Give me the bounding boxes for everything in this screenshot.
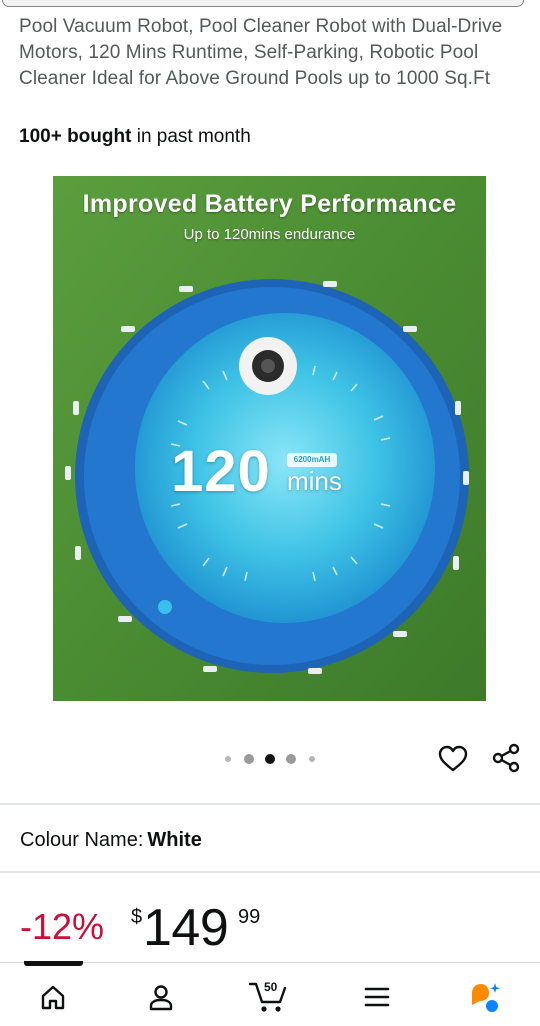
colour-label: Colour Name: xyxy=(20,829,144,851)
carousel-dot[interactable] xyxy=(309,756,315,762)
nav-menu[interactable] xyxy=(357,977,397,1017)
price-currency: $ xyxy=(131,906,143,928)
search-field-edge[interactable] xyxy=(2,0,524,7)
nav-account[interactable] xyxy=(141,977,181,1017)
search-bar-edge xyxy=(0,0,540,14)
image-subline: Up to 120mins endurance xyxy=(183,226,356,243)
carousel-dot-active[interactable] xyxy=(265,754,275,764)
price-fraction: 99 xyxy=(238,906,261,928)
share-icon[interactable] xyxy=(491,743,521,773)
image-headline: Improved Battery Performance xyxy=(82,190,457,218)
nav-home[interactable] xyxy=(33,977,73,1017)
cart-count: 50 xyxy=(264,980,278,994)
section-divider xyxy=(0,803,540,805)
heart-icon[interactable] xyxy=(438,744,468,774)
section-divider xyxy=(0,871,540,873)
product-image[interactable]: Improved Battery Performance Up to 120mi… xyxy=(53,176,486,701)
person-icon xyxy=(149,985,173,1011)
purchase-count-bold: 100+ bought xyxy=(19,126,132,147)
colour-selector[interactable]: Colour Name: White xyxy=(20,829,202,852)
carousel-indicator xyxy=(222,752,322,766)
runtime-number: 120 xyxy=(171,439,271,504)
pool-inlet xyxy=(158,600,172,614)
carousel-dot[interactable] xyxy=(225,756,231,762)
bottom-nav: 50 xyxy=(0,961,540,1026)
purchase-count-rest: in past month xyxy=(131,126,251,147)
menu-icon xyxy=(364,987,390,1007)
discount-percent: -12% xyxy=(20,906,105,947)
purchase-count: 100+ bought in past month xyxy=(19,126,251,148)
home-icon xyxy=(41,985,65,1010)
nav-assistant[interactable] xyxy=(465,977,505,1017)
runtime-unit: mins xyxy=(287,466,342,496)
carousel-dot[interactable] xyxy=(244,754,254,764)
colour-value: White xyxy=(147,829,202,851)
assistant-icon xyxy=(472,983,500,1012)
robot-center xyxy=(261,359,275,373)
carousel-dot[interactable] xyxy=(286,754,296,764)
product-title: Pool Vacuum Robot, Pool Cleaner Robot wi… xyxy=(19,16,503,89)
battery-badge: 6200mAH xyxy=(287,453,337,467)
active-tab-indicator xyxy=(24,961,83,966)
price-whole: 149 xyxy=(143,899,229,957)
